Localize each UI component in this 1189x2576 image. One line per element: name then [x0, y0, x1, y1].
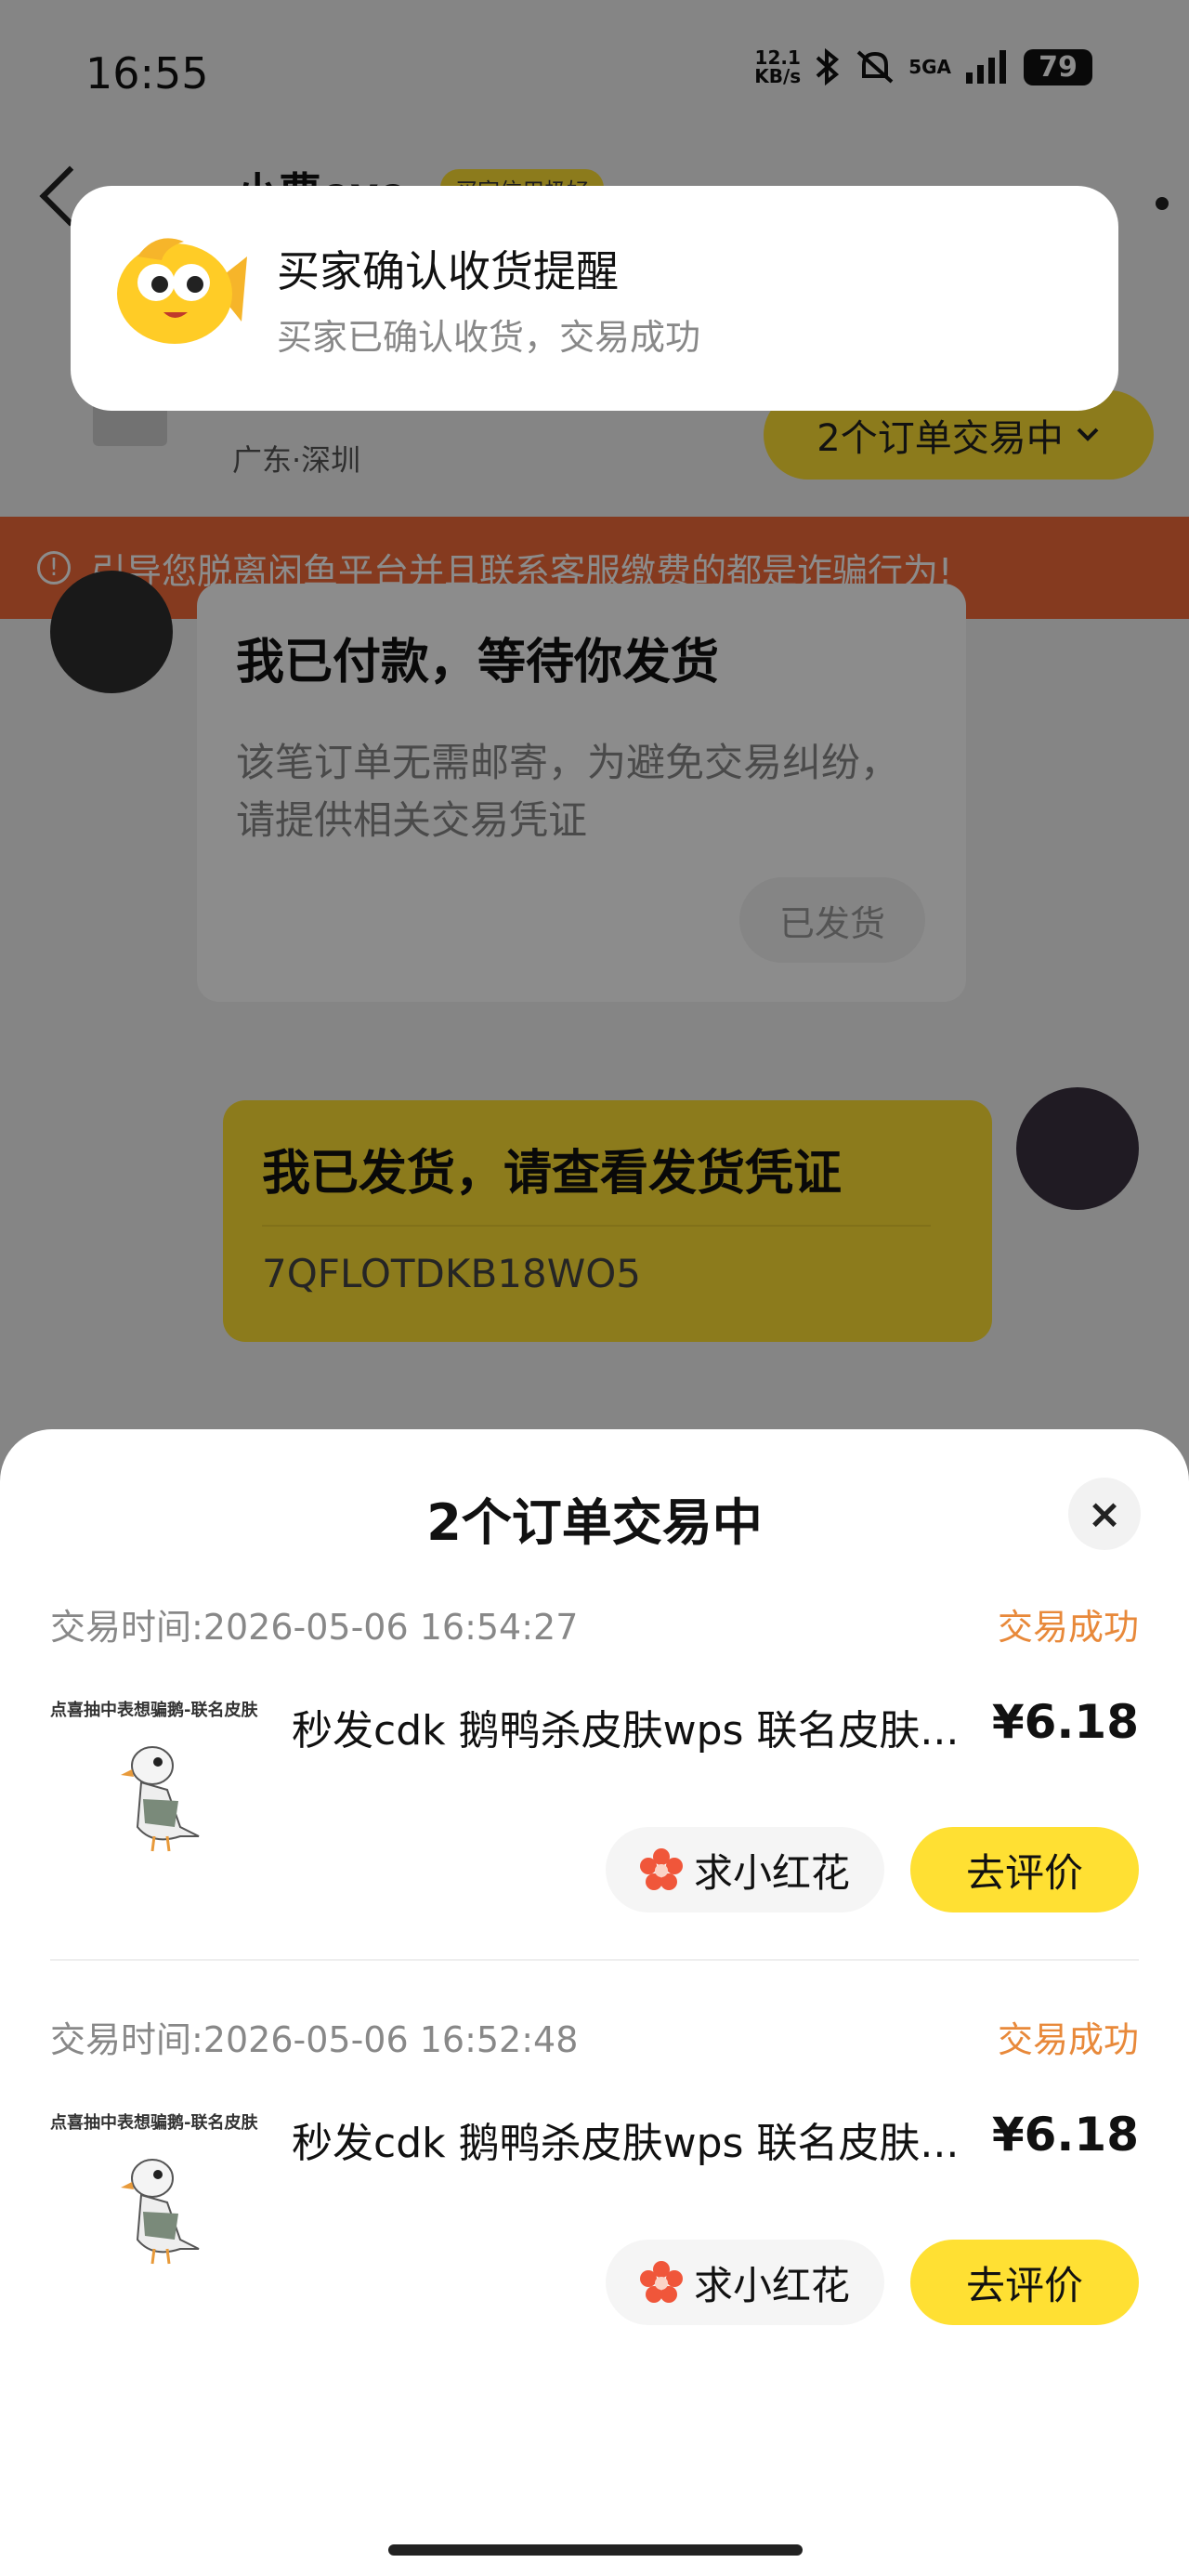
- flower-button-label: 求小红花: [693, 2262, 850, 2308]
- home-indicator[interactable]: [388, 2544, 803, 2556]
- notification-subtitle: 买家已确认收货，交易成功: [277, 317, 701, 358]
- red-flower-icon: [639, 1848, 683, 1890]
- thumbnail-caption: 点喜抽中表想骗鹅-联名皮肤: [50, 2113, 258, 2133]
- sheet-title: 2个订单交易中: [426, 1493, 763, 1552]
- goose-image-icon: [121, 2159, 200, 2265]
- review-button[interactable]: 去评价: [910, 1827, 1139, 1912]
- close-button[interactable]: ×: [1068, 1478, 1141, 1550]
- order-item-name[interactable]: 秒发cdk 鹅鸭杀皮肤wps 联名皮肤...: [292, 2109, 979, 2169]
- goose-image-icon: [121, 1746, 200, 1852]
- ask-red-flower-button[interactable]: 求小红花: [606, 2240, 884, 2325]
- order-thumbnail[interactable]: 点喜抽中表想骗鹅-联名皮肤: [50, 2109, 273, 2295]
- notification-title: 买家确认收货提醒: [277, 246, 619, 296]
- order-time: 交易时间:2026-05-06 16:54:27: [50, 1607, 579, 1648]
- order-thumbnail[interactable]: 点喜抽中表想骗鹅-联名皮肤: [50, 1697, 273, 1883]
- close-icon: ×: [1087, 1490, 1122, 1538]
- order-item-name[interactable]: 秒发cdk 鹅鸭杀皮肤wps 联名皮肤...: [292, 1697, 979, 1756]
- fish-mascot-icon: [117, 238, 247, 344]
- order-time: 交易时间:2026-05-06 16:52:48: [50, 2019, 579, 2060]
- order-price: ¥6.18: [991, 1695, 1139, 1749]
- review-button[interactable]: 去评价: [910, 2240, 1139, 2325]
- order-price: ¥6.18: [991, 2108, 1139, 2162]
- red-flower-icon: [639, 2261, 683, 2303]
- thumbnail-caption: 点喜抽中表想骗鹅-联名皮肤: [50, 1701, 258, 1720]
- order-status: 交易成功: [997, 1607, 1139, 1648]
- flower-button-label: 求小红花: [693, 1849, 850, 1896]
- ask-red-flower-button[interactable]: 求小红花: [606, 1827, 884, 1912]
- order-divider: [50, 1959, 1139, 1961]
- order-status: 交易成功: [997, 2019, 1139, 2060]
